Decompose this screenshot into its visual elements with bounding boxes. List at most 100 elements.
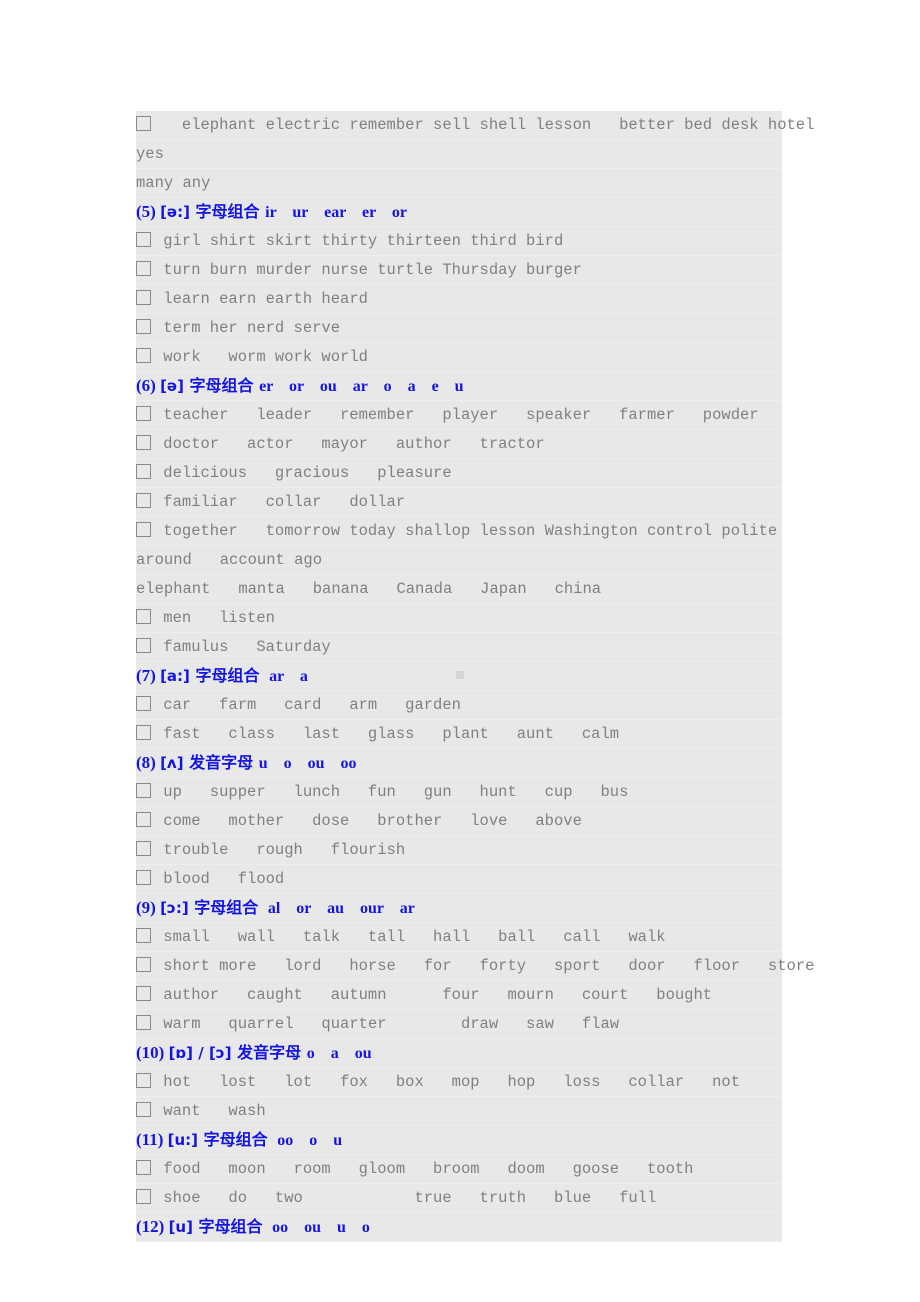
- letter-combinations: oo ou u o: [268, 1219, 370, 1236]
- word-row: familiar collar dollar: [136, 488, 782, 517]
- empty-checkbox-icon: [136, 1102, 151, 1118]
- empty-checkbox-icon: [136, 783, 151, 799]
- empty-checkbox-icon: [136, 1015, 151, 1031]
- word-row: car farm card arm garden: [136, 691, 782, 720]
- letter-combinations: er or ou ar o a e u: [259, 378, 464, 395]
- word-row-text: elephant manta banana Canada Japan china: [136, 580, 602, 598]
- word-row-text: food moon room gloom broom doom goose to…: [154, 1160, 694, 1178]
- word-row: turn burn murder nurse turtle Thursday b…: [136, 256, 782, 285]
- section-label-chinese: 字母组合: [183, 376, 260, 395]
- empty-checkbox-icon: [136, 696, 151, 712]
- word-row-continuation: yes: [136, 140, 782, 169]
- word-row-text: small wall talk tall hall ball call walk: [154, 928, 666, 946]
- empty-checkbox-icon: [136, 493, 151, 509]
- word-row: small wall talk tall hall ball call walk: [136, 923, 782, 952]
- word-row: learn earn earth heard: [136, 285, 782, 314]
- empty-checkbox-icon: [136, 290, 151, 306]
- empty-checkbox-icon: [136, 1189, 151, 1205]
- word-row: warm quarrel quarter draw saw flaw: [136, 1010, 782, 1039]
- empty-checkbox-icon: [136, 348, 151, 364]
- word-row: together tomorrow today shallop lesson W…: [136, 517, 782, 546]
- word-row-text: fast class last glass plant aunt calm: [154, 725, 620, 743]
- word-row: want wash: [136, 1097, 782, 1126]
- word-row-text: men listen: [154, 609, 275, 627]
- letter-combinations: al or au our ar: [263, 900, 415, 917]
- phonetic-symbol: [ə:]: [160, 203, 190, 221]
- section-heading: (8) [ʌ] 发音字母 u o ou oo: [136, 749, 782, 778]
- word-row: famulus Saturday: [136, 633, 782, 662]
- letter-combinations: ir ur ear er or: [265, 204, 408, 221]
- section-number: (9): [136, 898, 161, 917]
- section-heading: (9) [ɔ:] 字母组合 al or au our ar: [136, 894, 782, 923]
- letter-combinations: u o ou oo: [258, 755, 357, 772]
- section-label-chinese: 发音字母: [231, 1043, 307, 1062]
- word-row-text: many any: [136, 174, 211, 192]
- section-number: (8): [136, 753, 161, 772]
- word-row-text: term her nerd serve: [154, 319, 341, 337]
- empty-checkbox-icon: [136, 116, 151, 132]
- empty-checkbox-icon: [136, 841, 151, 857]
- word-row-text: warm quarrel quarter draw saw flaw: [154, 1015, 620, 1033]
- section-label-chinese: 字母组合: [189, 202, 266, 221]
- word-row-text: elephant electric remember sell shell le…: [154, 116, 815, 134]
- section-heading: (10) [ɒ] / [ɔ] 发音字母 o a ou: [136, 1039, 782, 1068]
- empty-checkbox-icon: [136, 957, 151, 973]
- word-row-text: familiar collar dollar: [154, 493, 406, 511]
- letter-combinations: o a ou: [306, 1045, 372, 1062]
- empty-checkbox-icon: [136, 464, 151, 480]
- letter-combinations: ar a: [265, 668, 308, 685]
- word-row: fast class last glass plant aunt calm: [136, 720, 782, 749]
- empty-checkbox-icon: [136, 725, 151, 741]
- section-label-chinese: 字母组合: [188, 898, 264, 917]
- word-row-text: blood flood: [154, 870, 285, 888]
- word-row: term her nerd serve: [136, 314, 782, 343]
- word-row: elephant electric remember sell shell le…: [136, 111, 814, 140]
- phonetic-symbol: [ə]: [160, 377, 184, 395]
- empty-checkbox-icon: [136, 319, 151, 335]
- word-row: come mother dose brother love above: [136, 807, 782, 836]
- word-row: work worm work world: [136, 343, 782, 372]
- word-row-text: work worm work world: [154, 348, 368, 366]
- word-row-text: hot lost lot fox box mop hop loss collar…: [154, 1073, 740, 1091]
- word-row-text: girl shirt skirt thirty thirteen third b…: [154, 232, 564, 250]
- phonetic-symbol: [u]: [168, 1218, 193, 1236]
- section-number: (5): [136, 202, 161, 221]
- word-row-continuation: around account ago: [136, 546, 782, 575]
- section-label-chinese: 字母组合: [198, 1130, 274, 1149]
- section-number: (10): [136, 1043, 169, 1062]
- document-page: elephant electric remember sell shell le…: [0, 0, 920, 1302]
- word-row: teacher leader remember player speaker f…: [136, 401, 782, 430]
- section-label-chinese: 字母组合: [192, 1217, 269, 1236]
- word-row-text: turn burn murder nurse turtle Thursday b…: [154, 261, 582, 279]
- letter-combinations: oo o u: [273, 1132, 343, 1149]
- empty-checkbox-icon: [136, 522, 151, 538]
- section-heading: (6) [ə] 字母组合 er or ou ar o a e u: [136, 372, 782, 401]
- word-row: up supper lunch fun gun hunt cup bus: [136, 778, 782, 807]
- word-row: girl shirt skirt thirty thirteen third b…: [136, 227, 782, 256]
- phonetic-symbol: [ɒ] / [ɔ]: [168, 1044, 232, 1062]
- section-number: (12): [136, 1217, 169, 1236]
- empty-checkbox-icon: [136, 870, 151, 886]
- section-label-chinese: 字母组合: [189, 666, 266, 685]
- word-row: food moon room gloom broom doom goose to…: [136, 1155, 782, 1184]
- empty-checkbox-icon: [136, 812, 151, 828]
- word-row-text: want wash: [154, 1102, 266, 1120]
- word-row-text: author caught autumn four mourn court bo…: [154, 986, 713, 1004]
- word-row-continuation: elephant manta banana Canada Japan china: [136, 575, 782, 604]
- word-row: blood flood: [136, 865, 782, 894]
- word-row-text: car farm card arm garden: [154, 696, 461, 714]
- section-label-chinese: 发音字母: [183, 753, 259, 772]
- empty-checkbox-icon: [136, 928, 151, 944]
- empty-checkbox-icon: [136, 232, 151, 248]
- word-row-text: famulus Saturday: [154, 638, 331, 656]
- phonetic-symbol: [u:]: [167, 1131, 199, 1149]
- word-row-text: teacher leader remember player speaker f…: [154, 406, 759, 424]
- word-row-text: together tomorrow today shallop lesson W…: [154, 522, 778, 540]
- empty-checkbox-icon: [136, 435, 151, 451]
- word-row-continuation: many any: [136, 169, 782, 198]
- word-row-text: around account ago: [136, 551, 323, 569]
- empty-checkbox-icon: [136, 1073, 151, 1089]
- phonetic-symbol: [ʌ]: [160, 754, 184, 772]
- word-row-text: delicious gracious pleasure: [154, 464, 452, 482]
- phonics-word-list: elephant electric remember sell shell le…: [136, 111, 814, 1242]
